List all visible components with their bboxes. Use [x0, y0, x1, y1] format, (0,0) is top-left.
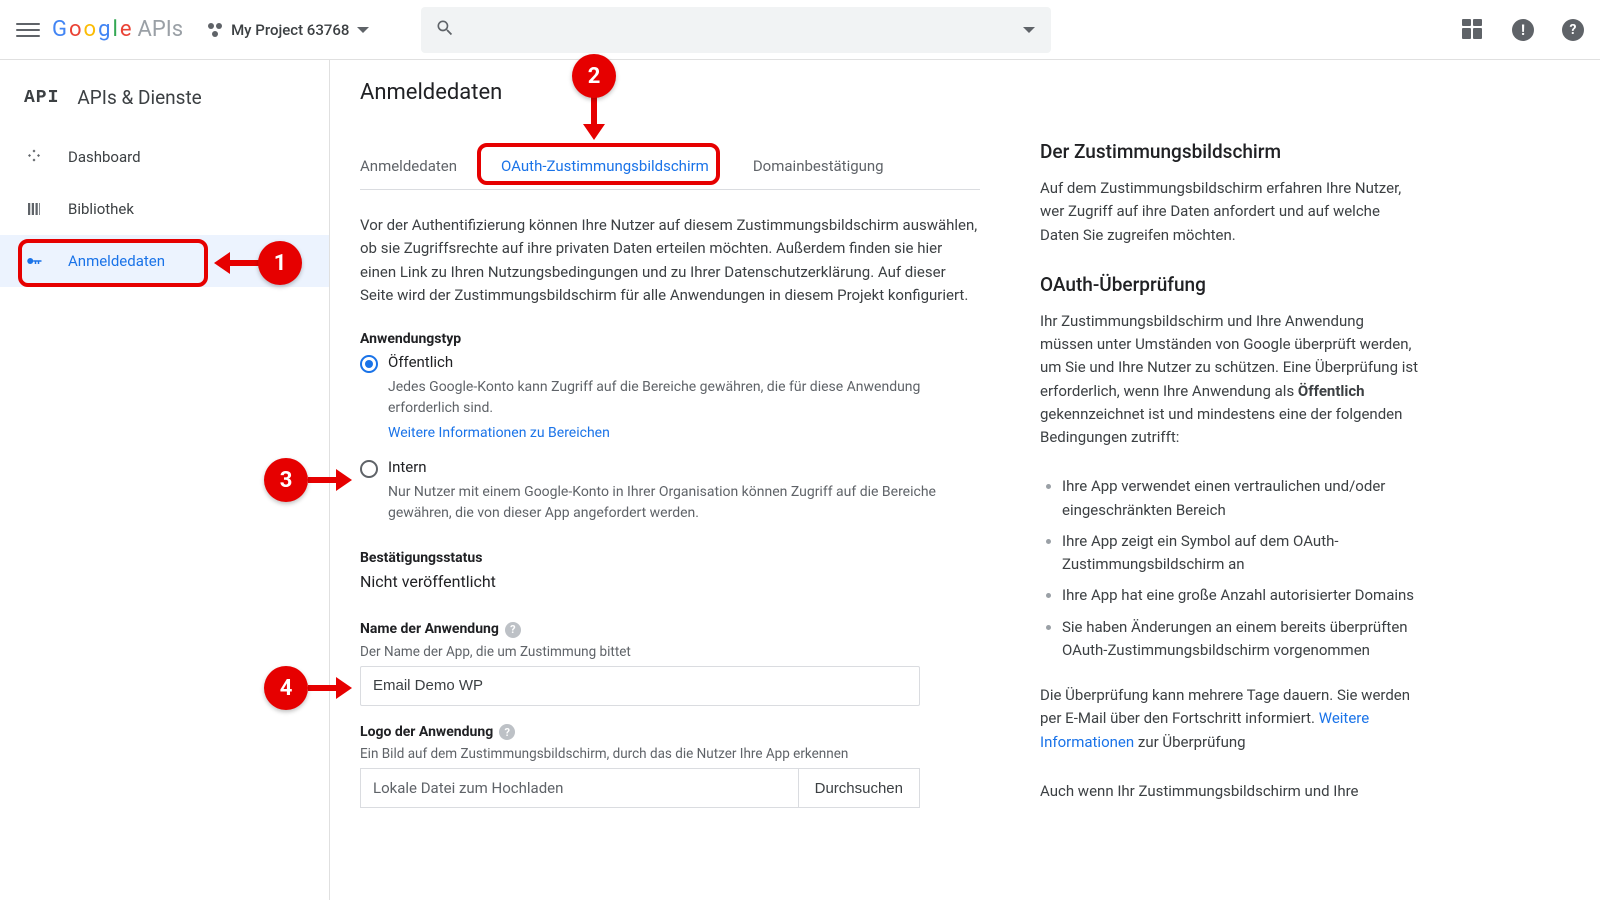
gift-icon[interactable] [1462, 19, 1484, 41]
tabs: Anmeldedaten OAuth-Zustimmungsbildschirm… [360, 147, 980, 190]
bullet: Ihre App verwendet einen vertraulichen u… [1062, 475, 1420, 522]
help-icon[interactable]: ? [1562, 19, 1584, 41]
annotation-arrow-3 [308, 466, 354, 494]
annotation-arrow-4 [308, 674, 354, 702]
side-heading-oauth: OAuth-Überprüfung [1040, 273, 1420, 296]
dashboard-icon [24, 147, 44, 167]
browse-button[interactable]: Durchsuchen [798, 768, 920, 808]
bullet: Ihre App hat eine große Anzahl autorisie… [1062, 584, 1420, 607]
sidebar-item-label: Anmeldedaten [68, 252, 165, 270]
annotation-4: 4 [264, 666, 308, 710]
tab-oauth-consent[interactable]: OAuth-Zustimmungsbildschirm [501, 147, 725, 189]
app-logo-label: Logo der Anwendung? [360, 724, 980, 741]
annotation-arrow-2 [580, 96, 608, 142]
sidebar-item-dashboard[interactable]: Dashboard [0, 131, 329, 183]
header: Google APIs My Project 63768 ! ? [0, 0, 1600, 60]
bullet: Ihre App zeigt ein Symbol auf dem OAuth-… [1062, 530, 1420, 577]
help-icon[interactable]: ? [505, 622, 521, 638]
status-label: Bestätigungsstatus [360, 550, 980, 566]
sidebar-item-label: Dashboard [68, 148, 141, 166]
hamburger-icon[interactable] [16, 18, 40, 42]
app-name-sub: Der Name der App, die um Zustimmung bitt… [360, 644, 980, 660]
logo-file-display: Lokale Datei zum Hochladen [360, 768, 798, 808]
search-icon [435, 18, 455, 42]
app-logo-sub: Ein Bild auf dem Zustimmungsbildschirm, … [360, 746, 980, 762]
sidebar-section-title: API APIs & Dienste [0, 72, 329, 131]
side-column: Der Zustimmungsbildschirm Auf dem Zustim… [1040, 80, 1420, 880]
content: Anmeldedaten Anmeldedaten OAuth-Zustimmu… [330, 60, 1600, 900]
chevron-down-icon [357, 27, 369, 33]
tab-credentials[interactable]: Anmeldedaten [360, 147, 473, 189]
search-box[interactable] [421, 7, 1051, 53]
app-name-input[interactable] [360, 666, 920, 706]
annotation-2: 2 [572, 54, 616, 98]
annotation-1: 1 [258, 241, 302, 285]
side-p2: Ihr Zustimmungsbildschirm und Ihre Anwen… [1040, 310, 1420, 450]
intro-text: Vor der Authentifizierung können Ihre Nu… [360, 214, 980, 307]
google-apis-logo: Google APIs [52, 17, 183, 42]
help-icon[interactable]: ? [499, 724, 515, 740]
page-title: Anmeldedaten [360, 80, 980, 105]
annotation-3: 3 [264, 458, 308, 502]
side-heading-consent: Der Zustimmungsbildschirm [1040, 140, 1420, 163]
side-p1: Auf dem Zustimmungsbildschirm erfahren I… [1040, 177, 1420, 247]
annotation-arrow-1 [214, 249, 260, 277]
tab-domain-verification[interactable]: Domainbestätigung [753, 147, 900, 189]
radio-internal-label: Intern [388, 458, 427, 476]
radio-public[interactable] [360, 355, 378, 373]
project-name: My Project 63768 [231, 21, 349, 39]
radio-public-desc: Jedes Google-Konto kann Zugriff auf die … [388, 377, 980, 419]
search-dropdown-icon[interactable] [1023, 27, 1035, 33]
side-p3: Die Überprüfung kann mehrere Tage dauern… [1040, 684, 1420, 754]
scopes-info-link[interactable]: Weitere Informationen zu Bereichen [388, 425, 610, 441]
project-picker[interactable]: My Project 63768 [207, 21, 369, 39]
sidebar-item-library[interactable]: Bibliothek [0, 183, 329, 235]
radio-internal[interactable] [360, 460, 378, 478]
status-value: Nicht veröffentlicht [360, 572, 980, 591]
side-p4: Auch wenn Ihr Zustimmungsbildschirm und … [1040, 780, 1420, 803]
side-bullet-list: Ihre App verwendet einen vertraulichen u… [1062, 475, 1420, 662]
app-type-label: Anwendungstyp [360, 331, 980, 347]
library-icon [24, 199, 44, 219]
app-name-label: Name der Anwendung? [360, 621, 980, 638]
radio-public-label: Öffentlich [388, 353, 453, 371]
api-badge-icon: API [24, 88, 59, 108]
bullet: Sie haben Änderungen an einem bereits üb… [1062, 616, 1420, 663]
radio-internal-desc: Nur Nutzer mit einem Google-Konto in Ihr… [388, 482, 980, 524]
project-icon [207, 22, 223, 38]
notification-icon[interactable]: ! [1512, 19, 1534, 41]
key-icon [24, 251, 44, 271]
sidebar-item-label: Bibliothek [68, 200, 134, 218]
